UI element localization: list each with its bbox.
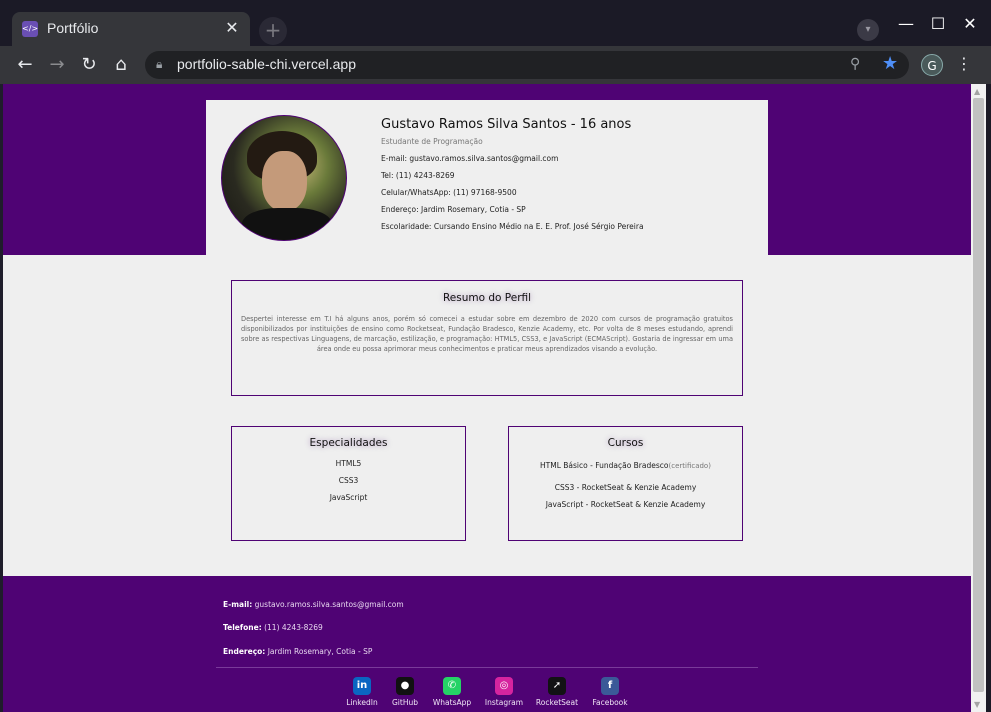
footer-phone-value: (11) 4243-8269 — [264, 623, 323, 632]
linkedin-icon[interactable]: in — [353, 677, 371, 695]
rocketseat-icon[interactable]: ➚ — [548, 677, 566, 695]
social-label[interactable]: RocketSeat — [532, 698, 582, 707]
footer-address-value: Jardim Rosemary, Cotia - SP — [267, 647, 373, 656]
whatsapp-icon[interactable]: ✆ — [443, 677, 461, 695]
page-viewport: Gustavo Ramos Silva Santos - 16 anos Est… — [3, 84, 971, 712]
profile-avatar[interactable]: G — [921, 54, 943, 76]
tab-title: Portfólio — [47, 20, 99, 36]
course-item: JavaScript - RocketSeat & Kenzie Academy — [545, 500, 706, 509]
menu-icon[interactable]: ⋮ — [956, 54, 972, 73]
instagram-icon[interactable]: ◎ — [495, 677, 513, 695]
avatar-shirt — [242, 208, 332, 240]
lock-icon[interactable]: 🔒︎ — [156, 57, 170, 73]
course-item: CSS3 - RocketSeat & Kenzie Academy — [554, 483, 697, 492]
avatar-face — [262, 151, 307, 211]
facebook-icon[interactable]: f — [601, 677, 619, 695]
social-label[interactable]: WhatsApp — [427, 698, 477, 707]
scroll-up-icon[interactable]: ▲ — [974, 87, 980, 96]
minimize-icon[interactable]: — — [894, 12, 918, 36]
footer-divider — [216, 667, 758, 668]
footer-email-value: gustavo.ramos.silva.santos@gmail.com — [254, 600, 404, 609]
home-icon[interactable]: ⌂ — [109, 53, 133, 77]
summary-section: Resumo do Perfil Despertei interesse em … — [231, 280, 743, 396]
social-link-facebook[interactable]: f Facebook — [585, 671, 635, 707]
window-edge — [986, 84, 991, 712]
new-tab-button[interactable]: + — [259, 17, 287, 45]
footer-email: E-mail: gustavo.ramos.silva.santos@gmail… — [223, 600, 404, 609]
window-close-icon[interactable]: ✕ — [958, 12, 982, 36]
reload-icon[interactable]: ↻ — [77, 53, 101, 77]
url-text[interactable]: portfolio-sable-chi.vercel.app — [177, 56, 356, 72]
footer-phone: Telefone: (11) 4243-8269 — [223, 623, 323, 632]
social-label[interactable]: GitHub — [380, 698, 430, 707]
browser-toolbar: ← → ↻ ⌂ 🔒︎ portfolio-sable-chi.vercel.ap… — [0, 46, 991, 84]
zoom-icon[interactable]: ⚲ — [850, 56, 860, 72]
footer-phone-label: Telefone: — [223, 623, 262, 632]
social-label[interactable]: Instagram — [479, 698, 529, 707]
avatar — [221, 115, 347, 241]
profile-email: E-mail: gustavo.ramos.silva.santos@gmail… — [381, 154, 559, 163]
profile-cel: Celular/WhatsApp: (11) 97168-9500 — [381, 188, 517, 197]
summary-title: Resumo do Perfil — [442, 292, 532, 304]
skills-section: Especialidades HTML5 CSS3 JavaScript — [231, 426, 466, 541]
profile-role: Estudante de Programação — [381, 137, 483, 146]
address-bar[interactable]: 🔒︎ portfolio-sable-chi.vercel.app ⚲ ★ — [145, 51, 909, 79]
browser-tab[interactable]: </> Portfólio ✕ — [12, 12, 250, 46]
profile-name: Gustavo Ramos Silva Santos - 16 anos — [381, 117, 632, 132]
skills-title: Especialidades — [309, 437, 388, 449]
courses-section: Cursos HTML Básico - Fundação Bradesco(c… — [508, 426, 743, 541]
github-icon[interactable]: ● — [396, 677, 414, 695]
social-link-instagram[interactable]: ◎ Instagram — [479, 671, 529, 707]
profile-school: Escolaridade: Cursando Ensino Médio na E… — [381, 222, 644, 231]
scroll-thumb[interactable] — [973, 98, 984, 692]
maximize-icon[interactable]: ☐ — [926, 12, 950, 36]
social-label[interactable]: Facebook — [585, 698, 635, 707]
course-item: HTML Básico - Fundação Bradesco(certific… — [509, 461, 742, 470]
profile-address: Endereço: Jardim Rosemary, Cotia - SP — [381, 205, 526, 214]
footer-address-label: Endereço: — [223, 647, 266, 656]
tab-search-icon[interactable]: ▾ — [857, 19, 879, 41]
certificate-note: (certificado) — [668, 462, 711, 470]
courses-title: Cursos — [607, 437, 644, 449]
star-icon[interactable]: ★ — [882, 53, 898, 74]
social-link-rocketseat[interactable]: ➚ RocketSeat — [532, 671, 582, 707]
browser-tab-bar: </> Portfólio ✕ + ▾ — ☐ ✕ — [0, 0, 991, 46]
footer: E-mail: gustavo.ramos.silva.santos@gmail… — [3, 576, 971, 712]
profile-tel: Tel: (11) 4243-8269 — [381, 171, 455, 180]
social-link-whatsapp[interactable]: ✆ WhatsApp — [427, 671, 477, 707]
skill-item: CSS3 — [338, 476, 359, 485]
back-icon[interactable]: ← — [13, 53, 37, 77]
course-name: HTML Básico - Fundação Bradesco — [540, 461, 669, 470]
skill-item: HTML5 — [335, 459, 362, 468]
forward-icon[interactable]: → — [45, 53, 69, 77]
scroll-down-icon[interactable]: ▼ — [974, 700, 980, 709]
tab-close-icon[interactable]: ✕ — [222, 18, 242, 38]
social-link-github[interactable]: ● GitHub — [380, 671, 430, 707]
vertical-scrollbar[interactable]: ▲ ▼ — [971, 84, 986, 712]
profile-card: Gustavo Ramos Silva Santos - 16 anos Est… — [206, 100, 768, 255]
footer-address: Endereço: Jardim Rosemary, Cotia - SP — [223, 647, 372, 656]
skill-item: JavaScript — [329, 493, 368, 502]
favicon-icon: </> — [22, 21, 38, 37]
footer-email-label: E-mail: — [223, 600, 253, 609]
summary-text: Despertei interesse em T.I há alguns ano… — [241, 315, 733, 353]
